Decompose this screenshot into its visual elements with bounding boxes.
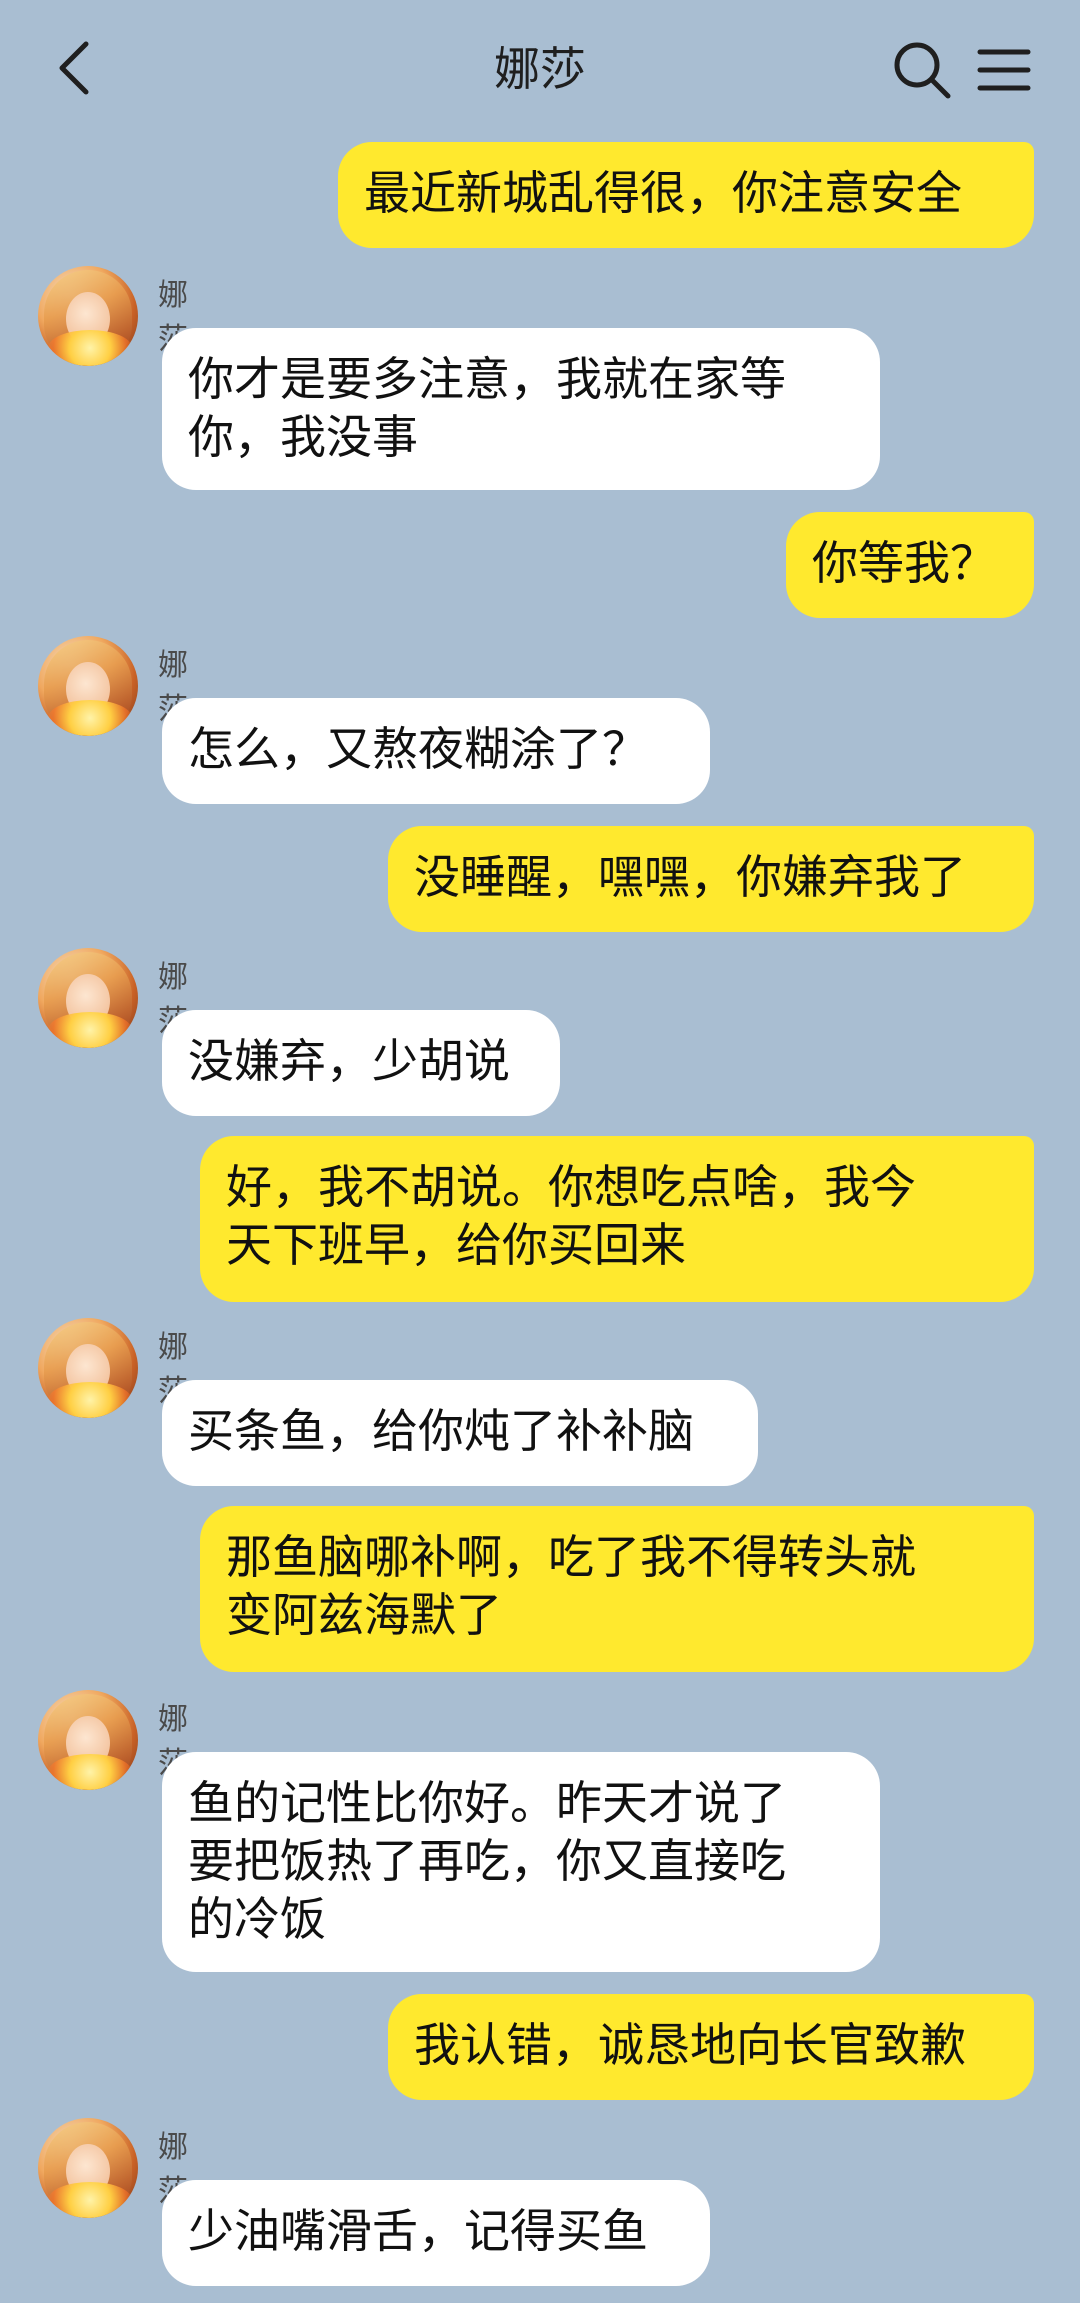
received-message-bubble[interactable]: 少油嘴滑舌，记得买鱼 <box>162 2180 710 2286</box>
chat-list: 最近新城乱得很，你注意安全 娜莎 你才是要多注意，我就在家等 你，我没事 你等我… <box>0 0 1080 2303</box>
received-message-bubble[interactable]: 你才是要多注意，我就在家等 你，我没事 <box>162 328 880 490</box>
received-message-bubble[interactable]: 买条鱼，给你炖了补补脑 <box>162 1380 758 1486</box>
contact-avatar[interactable] <box>38 1690 138 1790</box>
received-message-bubble[interactable]: 鱼的记性比你好。昨天才说了 要把饭热了再吃，你又直接吃 的冷饭 <box>162 1752 880 1972</box>
sent-message-bubble[interactable]: 那鱼脑哪补啊，吃了我不得转头就 变阿兹海默了 <box>200 1506 1034 1672</box>
contact-avatar[interactable] <box>38 266 138 366</box>
sent-message-bubble[interactable]: 好，我不胡说。你想吃点啥，我今 天下班早，给你买回来 <box>200 1136 1034 1302</box>
received-message-bubble[interactable]: 没嫌弃，少胡说 <box>162 1010 560 1116</box>
sent-message-bubble[interactable]: 你等我？ <box>786 512 1034 618</box>
contact-avatar[interactable] <box>38 948 138 1048</box>
contact-avatar[interactable] <box>38 2118 138 2218</box>
contact-avatar[interactable] <box>38 636 138 736</box>
contact-avatar[interactable] <box>38 1318 138 1418</box>
sent-message-bubble[interactable]: 我认错，诚恳地向长官致歉 <box>388 1994 1034 2100</box>
sent-message-bubble[interactable]: 最近新城乱得很，你注意安全 <box>338 142 1034 248</box>
sent-message-bubble[interactable]: 没睡醒，嘿嘿，你嫌弃我了 <box>388 826 1034 932</box>
received-message-bubble[interactable]: 怎么，又熬夜糊涂了？ <box>162 698 710 804</box>
